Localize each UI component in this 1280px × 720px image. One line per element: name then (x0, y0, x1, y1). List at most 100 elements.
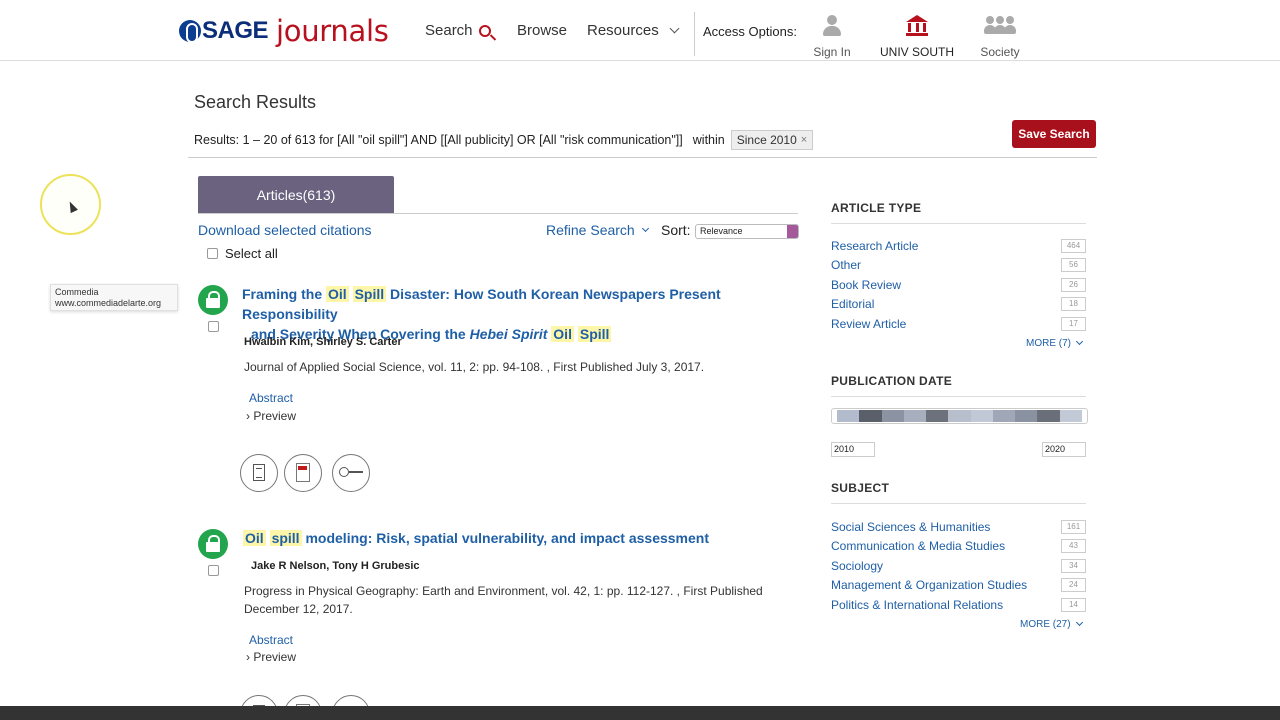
date-to-input[interactable]: 2020 (1042, 442, 1086, 457)
preview-label: Preview (253, 409, 297, 423)
access-options-label: Access Options: (703, 24, 797, 39)
chevron-down-icon (1075, 618, 1083, 627)
publication-date-slider[interactable] (831, 408, 1088, 424)
preview-toggle[interactable]: › Preview (246, 409, 296, 423)
title-highlight: Spill (352, 286, 387, 302)
facet-label: Communication & Media Studies (831, 539, 1006, 553)
search-icon (478, 24, 491, 37)
author-link[interactable]: Shirley S. Carter (316, 336, 402, 348)
author-link[interactable]: Tony H Grubesic (332, 560, 419, 572)
more-subjects-link[interactable]: MORE (27) (1020, 618, 1083, 630)
title-highlight: Spill (577, 326, 612, 342)
view-article-button[interactable] (240, 454, 278, 492)
facet-item[interactable]: Research Article 464 (831, 239, 1086, 255)
download-citations-link[interactable]: Download selected citations (198, 222, 372, 238)
sort-select[interactable]: Relevance (695, 224, 799, 239)
title-highlight: spill (269, 530, 302, 546)
pdf-download-button[interactable] (284, 454, 322, 492)
more-label: MORE (27) (1020, 619, 1071, 630)
facet-item[interactable]: Politics & International Relations 14 (831, 598, 1086, 614)
abstract-link[interactable]: Abstract (249, 391, 293, 405)
tab-underline (198, 213, 798, 214)
more-label: MORE (7) (1026, 338, 1071, 349)
nav-resources-label: Resources (587, 22, 659, 39)
sign-in-label: Sign In (813, 45, 851, 59)
facet-divider (831, 503, 1086, 504)
facet-count: 43 (1061, 539, 1086, 553)
title-text: Framing the (242, 286, 327, 302)
title-text (266, 530, 270, 546)
article-checkbox[interactable] (208, 321, 219, 332)
institution-access-button[interactable]: UNIV SOUTH (872, 14, 962, 59)
date-histogram (837, 410, 1082, 422)
results-summary: Results: 1 – 20 of 613 for [All "oil spi… (194, 130, 814, 150)
save-search-button[interactable]: Save Search (1012, 120, 1096, 148)
select-all[interactable]: Select all (207, 246, 278, 261)
page-title: Search Results (194, 92, 317, 112)
chevron-down-icon (1075, 337, 1084, 346)
article-authors: Jake R Nelson, Tony H Grubesic (251, 560, 420, 572)
article-authors: Hwalbin Kim, Shirley S. Carter (244, 336, 402, 348)
logo-sage-text: SAGE (202, 17, 269, 44)
abstract-link[interactable]: Abstract (249, 633, 293, 647)
sign-in-button[interactable]: Sign In (808, 14, 856, 59)
article-citation: Journal of Applied Social Science, vol. … (244, 360, 705, 374)
remove-filter-icon[interactable]: × (801, 134, 807, 146)
nav-browse[interactable]: Browse (517, 22, 567, 39)
results-query-text: Results: 1 – 20 of 613 for [All "oil spi… (194, 133, 683, 147)
article-title-link[interactable]: Framing the Oil Spill Disaster: How Sout… (242, 284, 802, 344)
nav-search[interactable]: Search (425, 22, 491, 39)
nav-resources[interactable]: Resources (587, 22, 680, 39)
society-label: Society (980, 45, 1020, 59)
select-all-checkbox[interactable] (207, 248, 218, 259)
pdf-icon (296, 463, 310, 482)
author-link[interactable]: Hwalbin Kim (244, 336, 310, 348)
date-from-input[interactable]: 2010 (831, 442, 875, 457)
facet-label: Editorial (831, 297, 875, 311)
institution-label: UNIV SOUTH (879, 45, 954, 59)
article-result: Oil spill modeling: Risk, spatial vulner… (198, 529, 802, 720)
site-header: SAGE journals Search Browse Resources Ac… (0, 0, 1280, 61)
article-title-link[interactable]: Oil spill modeling: Risk, spatial vulner… (243, 529, 802, 548)
tooltip-line-2: www.commediadelarte.org (55, 298, 162, 308)
facet-label: Other (831, 258, 862, 272)
facet-title-subject: SUBJECT (831, 481, 890, 495)
results-divider (188, 157, 1097, 158)
society-access-button[interactable]: Society (974, 14, 1026, 59)
facet-count: 34 (1061, 559, 1086, 573)
sage-journals-logo[interactable]: SAGE journals (179, 14, 389, 48)
facet-item[interactable]: Review Article 17 (831, 317, 1086, 333)
facet-item[interactable]: Management & Organization Studies 24 (831, 578, 1086, 594)
title-text: modeling: Risk, spatial vulnerability, a… (301, 530, 709, 546)
facet-item[interactable]: Communication & Media Studies 43 (831, 539, 1086, 555)
facet-item[interactable]: Sociology 34 (831, 559, 1086, 575)
more-article-types-link[interactable]: MORE (7) (1026, 337, 1084, 349)
facet-label: Social Sciences & Humanities (831, 520, 991, 534)
tab-articles[interactable]: Articles(613) (198, 176, 394, 214)
bottom-bar (0, 706, 1280, 720)
facet-title-publication-date: PUBLICATION DATE (831, 374, 953, 388)
facet-item[interactable]: Other 56 (831, 258, 1086, 274)
facet-count: 24 (1061, 578, 1086, 592)
select-all-label: Select all (225, 246, 278, 261)
facet-count: 464 (1061, 239, 1086, 253)
permissions-button[interactable] (332, 454, 370, 492)
facet-label: Management & Organization Studies (831, 578, 1028, 592)
page: SAGE journals Search Browse Resources Ac… (0, 0, 1280, 720)
tooltip-line-1: Commedia (55, 287, 99, 297)
facet-count: 17 (1061, 317, 1086, 331)
refine-search-toggle[interactable]: Refine Search (546, 222, 649, 238)
article-checkbox[interactable] (208, 565, 219, 576)
facet-item[interactable]: Book Review 26 (831, 278, 1086, 294)
facet-item[interactable]: Editorial 18 (831, 297, 1086, 313)
facet-label: Book Review (831, 278, 902, 292)
refine-search-label: Refine Search (546, 222, 635, 238)
facet-count: 14 (1061, 598, 1086, 612)
title-text (349, 286, 353, 302)
facet-count: 18 (1061, 297, 1086, 311)
facet-divider (831, 396, 1086, 397)
preview-toggle[interactable]: › Preview (246, 650, 296, 664)
author-link[interactable]: Jake R Nelson (251, 560, 326, 572)
facet-item[interactable]: Social Sciences & Humanities 161 (831, 520, 1086, 536)
chevron-down-icon (641, 224, 649, 232)
